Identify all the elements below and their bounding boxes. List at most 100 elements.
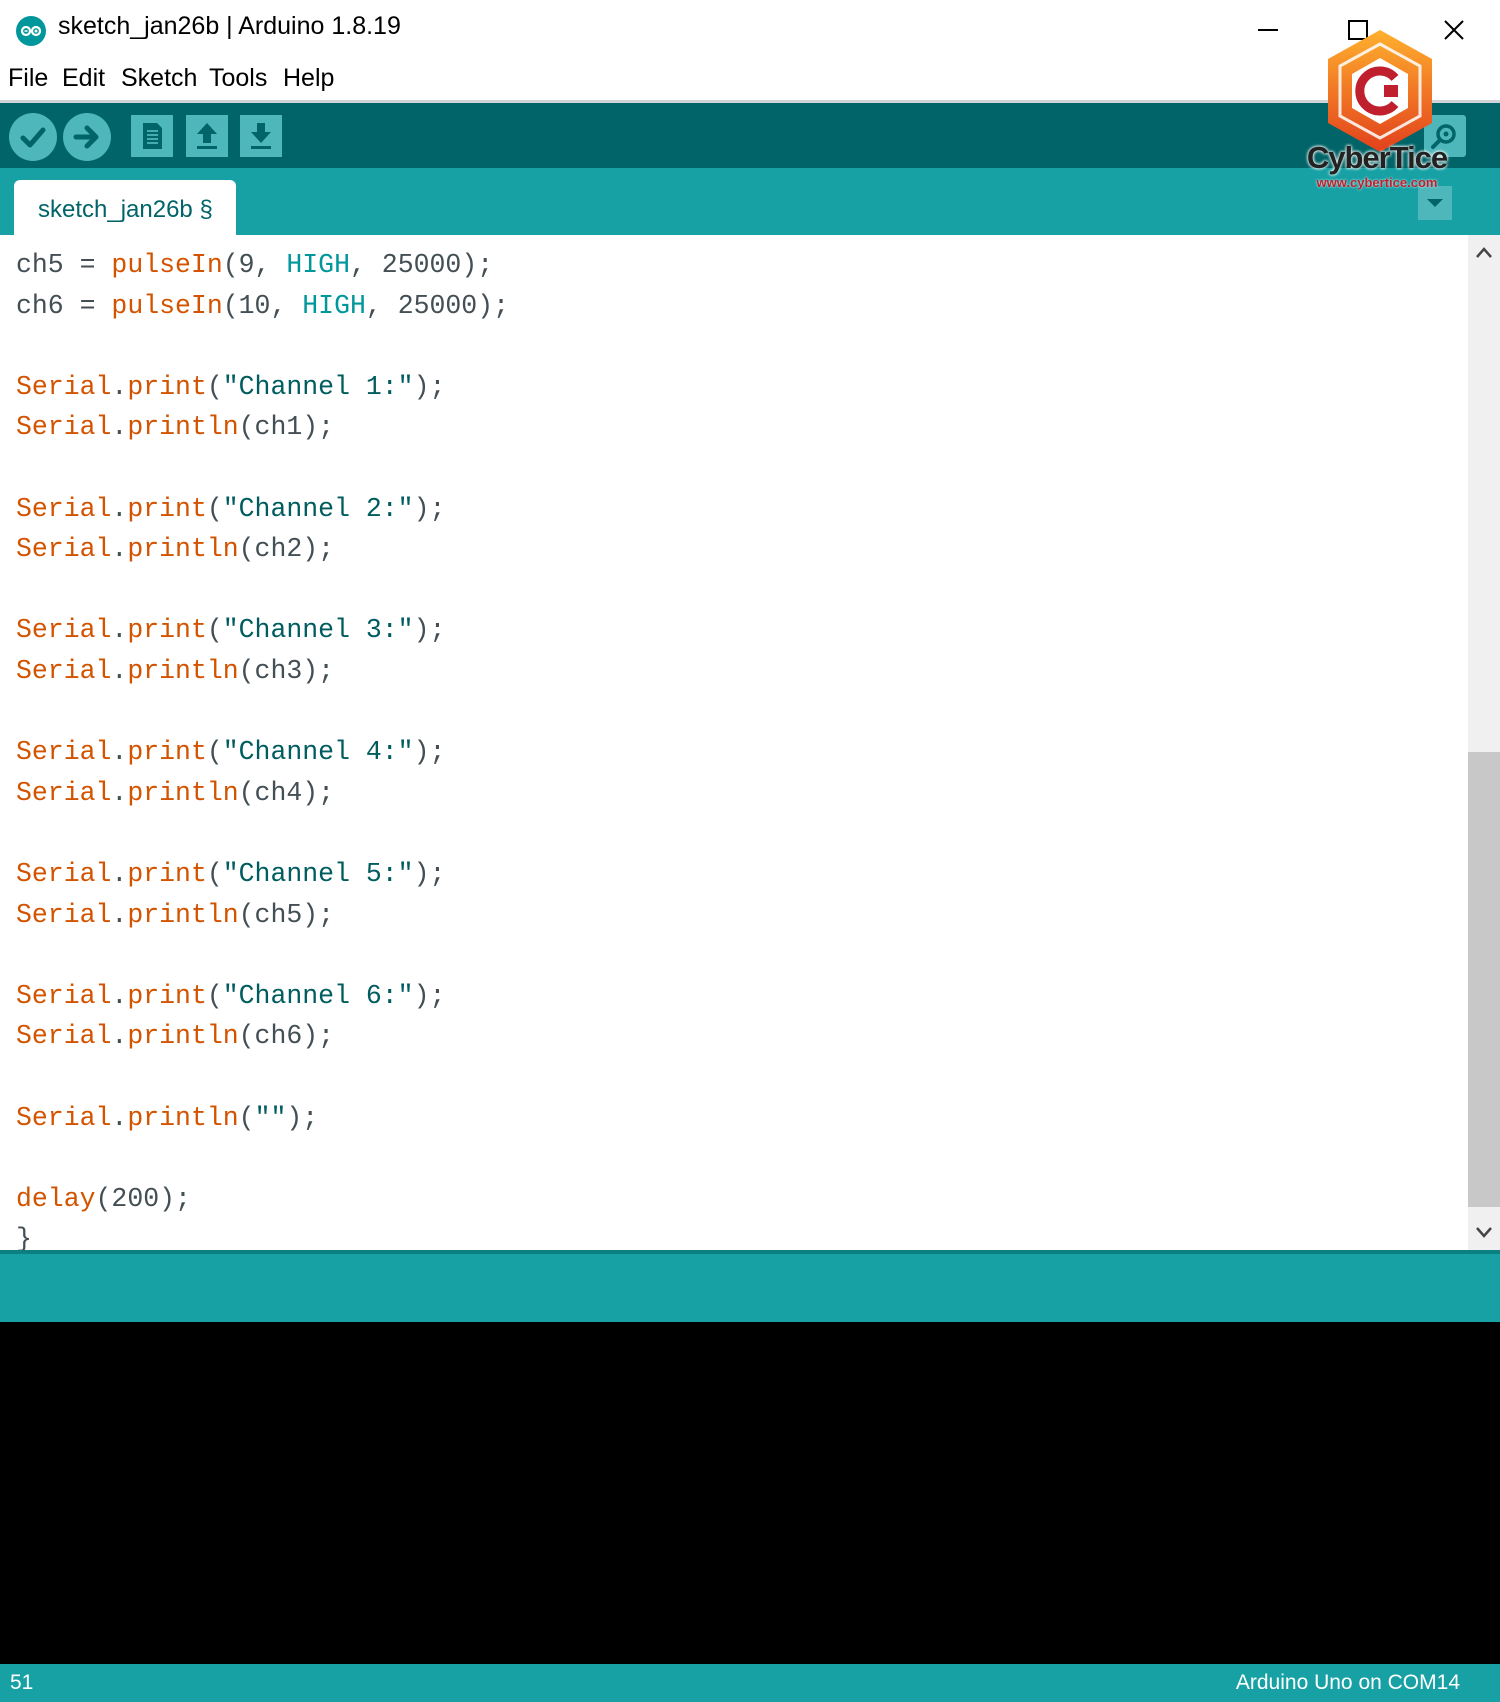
code-token: Serial: [16, 371, 112, 402]
code-token: .: [111, 493, 128, 524]
new-sketch-button[interactable]: [131, 115, 173, 157]
code-token: .: [111, 656, 128, 686]
watermark-url: www.cybertice.com: [1316, 175, 1438, 190]
code-token: Serial: [16, 859, 112, 889]
code-token: "Channel 1:": [222, 371, 414, 402]
code-line: Serial.println(ch2);: [16, 534, 334, 574]
code-token: println: [127, 899, 239, 930]
tab-label: sketch_jan26b §: [38, 196, 213, 223]
code-token: println: [127, 1102, 239, 1133]
code-token: delay: [16, 1183, 96, 1214]
code-token: print: [127, 615, 207, 646]
upload-icon: [73, 125, 99, 149]
menu-edit[interactable]: Edit: [62, 64, 105, 93]
code-token: Serial: [16, 777, 112, 808]
code-token: .: [111, 412, 128, 443]
code-token: );: [413, 980, 446, 1011]
code-token: }: [16, 1224, 32, 1250]
code-token: HIGH: [302, 290, 366, 321]
code-token: Serial: [16, 656, 112, 686]
code-token: (ch5);: [238, 899, 335, 930]
code-token: print: [127, 980, 207, 1011]
code-token: "Channel 6:": [222, 980, 414, 1011]
code-token: (: [238, 1102, 255, 1133]
code-token: .: [111, 737, 128, 768]
window-title: sketch_jan26b | Arduino 1.8.19: [58, 12, 401, 40]
code-token: println: [127, 534, 239, 565]
code-token: );: [286, 1102, 319, 1133]
code-token: "Channel 3:": [222, 615, 414, 646]
code-token: "": [254, 1102, 287, 1133]
code-editor[interactable]: ch5 = pulseIn(9, HIGH, 25000); ch6 = puls…: [0, 235, 1468, 1250]
code-line: ch6 = pulseIn(10, HIGH, 25000);: [16, 291, 509, 331]
code-token: (ch3);: [238, 656, 335, 686]
code-line: Serial.println(ch5);: [16, 900, 334, 940]
code-token: (ch2);: [238, 534, 335, 565]
code-token: (ch6);: [238, 1021, 335, 1052]
tab-strip: sketch_jan26b §: [0, 168, 1500, 235]
code-token: println: [127, 412, 239, 443]
code-token: Serial: [16, 899, 112, 930]
code-token: .: [111, 980, 128, 1011]
code-token: (200);: [95, 1183, 191, 1214]
code-token: "Channel 5:": [222, 859, 414, 889]
scroll-up-icon[interactable]: [1474, 243, 1494, 263]
code-token: Serial: [16, 534, 112, 565]
menu-sketch[interactable]: Sketch: [121, 64, 197, 93]
code-token: print: [127, 859, 207, 889]
code-token: );: [413, 859, 446, 889]
code-token: Serial: [16, 737, 112, 768]
open-icon: [197, 123, 217, 149]
console-output: [0, 1322, 1500, 1664]
toolbar: [0, 103, 1500, 168]
verify-button[interactable]: [9, 113, 57, 161]
code-token: "Channel 4:": [222, 737, 414, 768]
code-line: Serial.print("Channel 4:");: [16, 737, 445, 777]
code-token: );: [413, 615, 446, 646]
code-token: print: [127, 737, 207, 768]
code-token: (: [206, 980, 223, 1011]
open-button[interactable]: [186, 115, 228, 157]
save-icon: [251, 123, 271, 149]
code-token: );: [413, 493, 446, 524]
code-token: , 25000);: [365, 290, 510, 321]
menu-help[interactable]: Help: [283, 64, 334, 93]
editor-scrollbar[interactable]: [1468, 235, 1500, 1250]
code-token: pulseIn: [111, 250, 223, 280]
save-button[interactable]: [240, 115, 282, 157]
code-line: Serial.print("Channel 5:");: [16, 859, 445, 899]
line-number: 51: [10, 1671, 34, 1694]
code-line: Serial.println(ch4);: [16, 778, 334, 818]
code-token: );: [413, 371, 446, 402]
code-token: Serial: [16, 412, 112, 443]
code-token: (9,: [222, 250, 287, 280]
code-line: Serial.print("Channel 6:");: [16, 981, 445, 1021]
code-token: print: [127, 371, 207, 402]
code-token: Serial: [16, 493, 112, 524]
new-icon: [143, 123, 162, 149]
menu-tools[interactable]: Tools: [209, 64, 267, 93]
code-token: ch5 =: [16, 250, 112, 280]
tab-sketch[interactable]: sketch_jan26b §: [14, 180, 236, 235]
watermark-brand: CyberTice: [1306, 140, 1448, 175]
code-token: (ch1);: [238, 412, 335, 443]
code-token: "Channel 2:": [222, 493, 414, 524]
code-token: (: [206, 493, 223, 524]
code-token: Serial: [16, 615, 112, 646]
menu-file[interactable]: File: [8, 64, 48, 93]
code-token: println: [127, 777, 239, 808]
code-token: .: [111, 859, 128, 889]
code-line: Serial.println(ch6);: [16, 1021, 334, 1061]
arduino-logo-icon: [16, 16, 46, 46]
scroll-thumb[interactable]: [1468, 752, 1500, 1207]
menu-bar: File Edit Sketch Tools Help: [0, 60, 1500, 100]
code-token: Serial: [16, 1102, 112, 1133]
code-token: ch6 =: [16, 290, 112, 321]
code-token: print: [127, 493, 207, 524]
code-line: Serial.println(ch3);: [16, 656, 334, 696]
code-token: .: [111, 899, 128, 930]
title-bar: sketch_jan26b | Arduino 1.8.19: [0, 0, 1500, 60]
scroll-down-icon[interactable]: [1474, 1222, 1494, 1242]
status-bar: 51 Arduino Uno on COM14: [0, 1664, 1500, 1702]
upload-button[interactable]: [63, 113, 111, 161]
